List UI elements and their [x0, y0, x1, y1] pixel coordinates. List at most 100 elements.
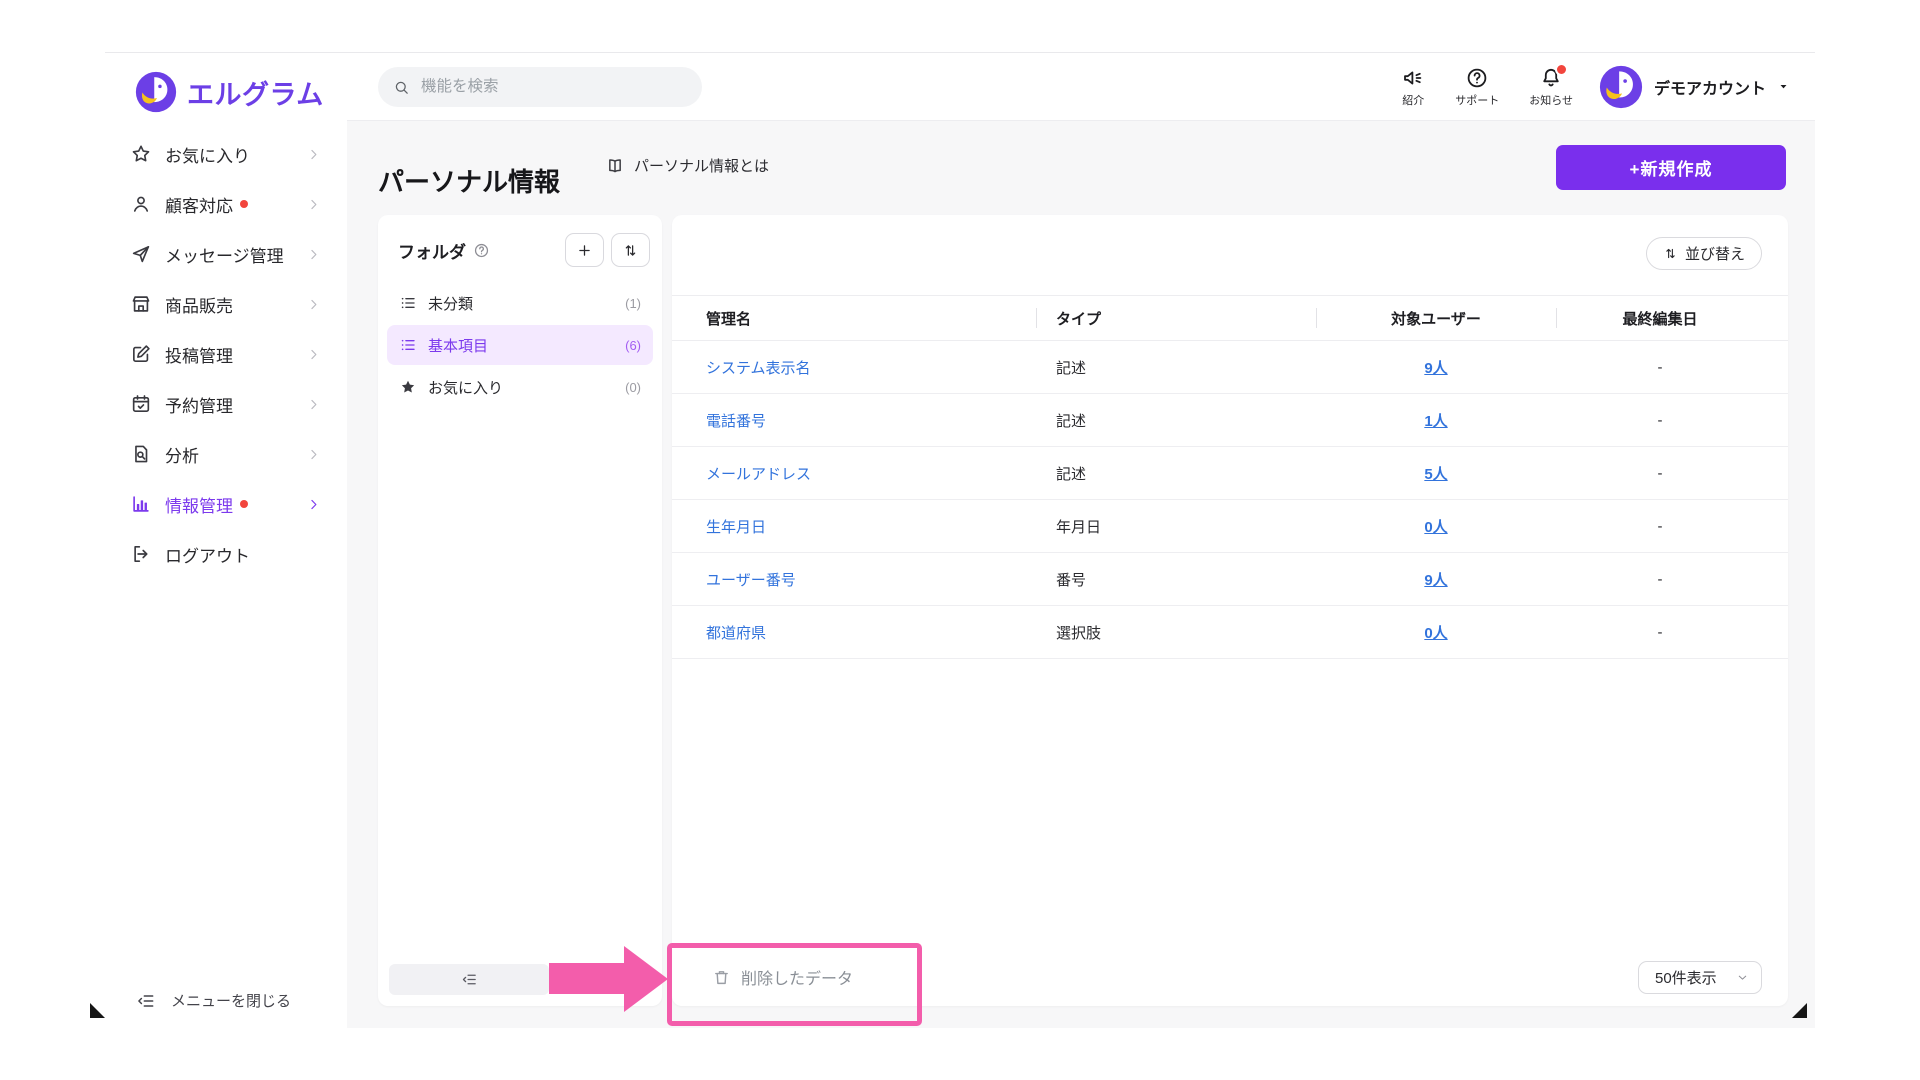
- folder-item-0[interactable]: 未分類 (1): [387, 283, 653, 323]
- record-name-cell: ユーザー番号: [706, 569, 1036, 590]
- record-name-link[interactable]: 電話番号: [706, 413, 766, 430]
- book-icon: [605, 156, 625, 176]
- sidebar-item-label: 分析: [165, 442, 199, 467]
- page-help-link[interactable]: パーソナル情報とは: [599, 154, 775, 177]
- sidebar-item-2[interactable]: メッセージ管理: [105, 229, 347, 279]
- record-last-edited-cell: -: [1556, 359, 1764, 376]
- analysis-icon: [130, 443, 152, 465]
- sidebar-item-8[interactable]: ログアウト: [105, 529, 347, 579]
- sidebar-item-label: メッセージ管理: [165, 242, 284, 267]
- unread-dot: [240, 500, 248, 508]
- resize-corner-artifact: [1792, 1003, 1807, 1018]
- caret-down-icon: [1777, 80, 1790, 93]
- list-icon: [399, 336, 417, 354]
- sidebar-item-6[interactable]: 分析: [105, 429, 347, 479]
- page-size-select[interactable]: 50件表示: [1638, 961, 1762, 994]
- record-last-edited-cell: -: [1556, 624, 1764, 641]
- record-name-cell: メールアドレス: [706, 463, 1036, 484]
- search-icon: [393, 79, 410, 96]
- trash-icon: [712, 968, 731, 987]
- folder-item-1[interactable]: 基本項目(6): [387, 325, 653, 365]
- record-type-cell: 記述: [1036, 357, 1316, 378]
- record-users-link[interactable]: 0人: [1424, 625, 1447, 642]
- topbar-action-1[interactable]: サポート: [1455, 66, 1499, 108]
- record-type-cell: 選択肢: [1036, 622, 1316, 643]
- record-type-cell: 番号: [1036, 569, 1316, 590]
- chevron-down-icon: [1736, 971, 1749, 984]
- collapse-menu-icon: [136, 991, 156, 1011]
- folder-help-icon[interactable]: [473, 242, 490, 259]
- search-input[interactable]: [419, 77, 687, 97]
- sidebar-item-7[interactable]: 情報管理: [105, 479, 347, 529]
- table-row: 電話番号記述1人-: [672, 394, 1788, 447]
- topbar-action-label: お知らせ: [1529, 92, 1573, 108]
- plus-icon: [576, 242, 593, 259]
- sidebar-item-1[interactable]: 顧客対応: [105, 179, 347, 229]
- create-new-button[interactable]: +新規作成: [1556, 145, 1786, 190]
- help-icon: [1465, 66, 1489, 90]
- brand-name: エルグラム: [187, 73, 324, 112]
- record-name-cell: 生年月日: [706, 516, 1036, 537]
- chevron-right-icon: [306, 297, 321, 312]
- record-users-link[interactable]: 1人: [1424, 413, 1447, 430]
- sidebar-item-3[interactable]: 商品販売: [105, 279, 347, 329]
- record-name-link[interactable]: メールアドレス: [706, 466, 811, 483]
- record-name-link[interactable]: 都道府県: [706, 625, 766, 642]
- account-menu[interactable]: デモアカウント: [1599, 65, 1790, 109]
- sidebar-item-label: 投稿管理: [165, 342, 233, 367]
- folder-list: 未分類 (1) 基本項目(6)お気に入り(0): [378, 283, 662, 407]
- account-name: デモアカウント: [1654, 75, 1766, 99]
- sort-button[interactable]: 並び替え: [1646, 237, 1762, 270]
- record-users-link[interactable]: 9人: [1424, 572, 1447, 589]
- topbar-action-label: 紹介: [1402, 92, 1424, 108]
- help-icon-wrap: [1465, 66, 1489, 90]
- cursor-artifact: [90, 1003, 105, 1018]
- sidebar-item-label: ログアウト: [165, 542, 250, 567]
- record-users-link[interactable]: 9人: [1424, 360, 1447, 377]
- bell-icon-wrap: [1539, 66, 1563, 90]
- table-row: システム表示名 記述 9人 -: [672, 341, 1788, 394]
- chart-icon: [130, 493, 152, 515]
- reorder-folders-button[interactable]: [611, 233, 650, 267]
- chevron-right-icon: [306, 147, 321, 162]
- edit-icon: [130, 343, 152, 365]
- search-box[interactable]: [378, 67, 702, 107]
- person-icon: [130, 193, 152, 215]
- store-icon: [130, 293, 152, 315]
- page-help-label: パーソナル情報とは: [634, 155, 769, 176]
- close-menu-button[interactable]: メニューを閉じる: [130, 989, 297, 1012]
- sidebar-item-label: お気に入り: [165, 142, 250, 167]
- record-name-cell: システム表示名: [706, 357, 1036, 378]
- list-icon: [399, 294, 417, 312]
- folder-item-count: (1): [625, 296, 641, 311]
- record-users-link[interactable]: 5人: [1424, 466, 1447, 483]
- sidebar-item-5[interactable]: 予約管理: [105, 379, 347, 429]
- record-name-link[interactable]: ユーザー番号: [706, 572, 796, 589]
- record-name-link[interactable]: システム表示名: [706, 360, 811, 377]
- column-header-2: 対象ユーザー: [1316, 308, 1556, 329]
- sidebar-item-label: 情報管理: [165, 492, 233, 517]
- folder-item-label: 未分類: [428, 293, 473, 314]
- sidebar-item-0[interactable]: お気に入り: [105, 129, 347, 179]
- collapse-folder-panel-button[interactable]: [389, 964, 549, 995]
- record-users-cell: 9人: [1316, 569, 1556, 590]
- sort-button-label: 並び替え: [1685, 243, 1745, 264]
- brand-logo[interactable]: エルグラム: [105, 53, 347, 113]
- deleted-data-button[interactable]: 削除したデータ: [706, 964, 859, 990]
- record-users-link[interactable]: 0人: [1424, 519, 1447, 536]
- topbar-action-2[interactable]: お知らせ: [1529, 66, 1573, 108]
- chevron-right-icon: [306, 247, 321, 262]
- megaphone-icon-wrap: [1401, 66, 1425, 90]
- table-row: 都道府県 選択肢 0人 -: [672, 606, 1788, 659]
- topbar-action-0[interactable]: 紹介: [1401, 66, 1425, 108]
- folder-panel: フォルダ 未分類(1)基本項目(6)お気に入り(0): [378, 215, 662, 1006]
- record-type-cell: 記述: [1036, 410, 1316, 431]
- sidebar-item-4[interactable]: 投稿管理: [105, 329, 347, 379]
- page-title: パーソナル情報: [378, 162, 560, 199]
- chevron-right-icon: [306, 397, 321, 412]
- record-name-link[interactable]: 生年月日: [706, 519, 766, 536]
- topbar-actions: 紹介 サポートお知らせ: [1401, 66, 1573, 108]
- table-header-row: 管理名タイプ対象ユーザー最終編集日: [672, 295, 1788, 341]
- add-folder-button[interactable]: [565, 233, 604, 267]
- folder-item-2[interactable]: お気に入り(0): [387, 367, 653, 407]
